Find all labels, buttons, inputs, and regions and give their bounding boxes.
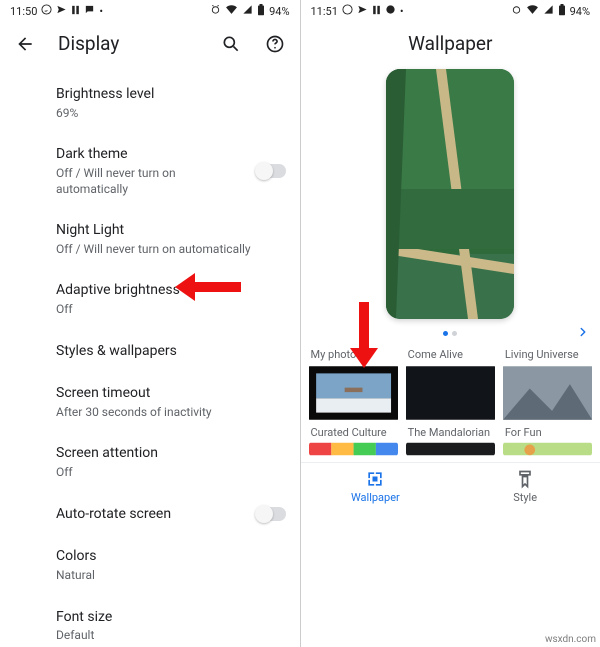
next-button[interactable] (576, 322, 590, 346)
signal-icon (543, 4, 554, 18)
item-title: Adaptive brightness (56, 281, 286, 300)
more-icon: • (400, 5, 404, 18)
item-title: Auto-rotate screen (56, 505, 171, 524)
status-time: 11:51 (311, 5, 338, 18)
category-living-universe[interactable]: Living Universe (503, 344, 592, 422)
status-bar: 11:50 • 94% (0, 0, 300, 22)
alarm-icon (511, 4, 522, 18)
chat-icon (84, 4, 95, 18)
tab-label: Wallpaper (301, 491, 451, 504)
send-icon (56, 4, 67, 18)
page-title: Wallpaper (315, 32, 587, 55)
brightness-level-item[interactable]: Brightness level 69% (56, 73, 286, 133)
colors-item[interactable]: Colors Natural (56, 535, 286, 595)
bottom-tabs: Wallpaper Style (301, 462, 600, 508)
page-title: Display (58, 32, 198, 55)
category-mandalorian[interactable]: The Mandalorian (406, 422, 495, 456)
whatsapp-icon (342, 4, 353, 18)
wifi-icon (225, 4, 238, 18)
item-sub: Off (56, 301, 286, 317)
help-button[interactable] (264, 33, 286, 55)
item-sub: 69% (56, 105, 286, 121)
tab-wallpaper[interactable]: Wallpaper (301, 463, 451, 508)
display-settings-screen: 11:50 • 94% Display (0, 0, 301, 647)
item-sub: Default (56, 627, 286, 643)
header: Wallpaper (301, 22, 600, 69)
battery-pct: 94% (269, 5, 289, 18)
dark-theme-toggle[interactable] (256, 164, 286, 178)
status-time: 11:50 (10, 5, 37, 18)
item-sub: Natural (56, 567, 286, 583)
item-title: Colors (56, 547, 286, 566)
category-curated-culture[interactable]: Curated Culture (309, 422, 398, 456)
style-icon (450, 469, 600, 489)
dark-theme-item[interactable]: Dark theme Off / Will never turn on auto… (56, 133, 286, 209)
pause-icon (71, 5, 80, 18)
settings-list: Brightness level 69% Dark theme Off / Wi… (0, 73, 300, 647)
more-icon: • (99, 5, 103, 18)
wallpaper-categories: My photos Come Alive Living Universe Cur… (301, 344, 600, 456)
category-label: Living Universe (503, 344, 592, 364)
wallpaper-icon (301, 469, 451, 489)
item-sub: After 30 seconds of inactivity (56, 404, 286, 420)
category-come-alive[interactable]: Come Alive (406, 344, 495, 422)
wallpaper-preview-area (301, 69, 600, 323)
wallpaper-preview[interactable] (386, 69, 514, 319)
category-label: My photos (309, 344, 398, 364)
category-label: Come Alive (406, 344, 495, 364)
app-icon (385, 4, 396, 18)
auto-rotate-item[interactable]: Auto-rotate screen (56, 493, 286, 536)
category-label: For Fun (503, 422, 592, 442)
styles-wallpapers-item[interactable]: Styles & wallpapers (56, 330, 286, 373)
search-button[interactable] (220, 33, 242, 55)
battery-icon (558, 4, 566, 19)
category-label: The Mandalorian (406, 422, 495, 442)
alarm-icon (210, 4, 221, 18)
category-for-fun[interactable]: For Fun (503, 422, 592, 456)
item-title: Dark theme (56, 145, 206, 164)
category-my-photos[interactable]: My photos (309, 344, 398, 422)
send-icon (357, 4, 368, 18)
watermark: wsxdn.com (545, 634, 596, 645)
wallpaper-screen: 11:51 • 94% Wallpaper (301, 0, 600, 647)
dot-active (443, 331, 448, 336)
auto-rotate-toggle[interactable] (256, 507, 286, 521)
tab-style[interactable]: Style (450, 463, 600, 508)
whatsapp-icon (41, 4, 52, 18)
header: Display (0, 22, 300, 73)
back-button[interactable] (14, 33, 36, 55)
item-title: Styles & wallpapers (56, 342, 286, 361)
tab-label: Style (450, 491, 600, 504)
item-sub: Off / Will never turn on automatically (56, 241, 286, 257)
item-title: Night Light (56, 221, 286, 240)
signal-icon (242, 4, 253, 18)
page-indicator (301, 323, 600, 344)
item-sub: Off / Will never turn on automatically (56, 165, 206, 197)
battery-pct: 94% (570, 5, 590, 18)
screen-attention-item[interactable]: Screen attention Off (56, 432, 286, 492)
battery-icon (257, 4, 265, 19)
adaptive-brightness-item[interactable]: Adaptive brightness Off (56, 269, 286, 329)
screen-timeout-item[interactable]: Screen timeout After 30 seconds of inact… (56, 372, 286, 432)
item-title: Screen timeout (56, 384, 286, 403)
item-sub: Off (56, 464, 286, 480)
night-light-item[interactable]: Night Light Off / Will never turn on aut… (56, 209, 286, 269)
pause-icon (372, 5, 381, 18)
wifi-icon (526, 4, 539, 18)
status-bar: 11:51 • 94% (301, 0, 600, 22)
font-size-item[interactable]: Font size Default (56, 596, 286, 647)
item-title: Font size (56, 608, 286, 627)
item-title: Brightness level (56, 85, 286, 104)
item-title: Screen attention (56, 444, 286, 463)
dot (452, 331, 457, 336)
category-label: Curated Culture (309, 422, 398, 442)
